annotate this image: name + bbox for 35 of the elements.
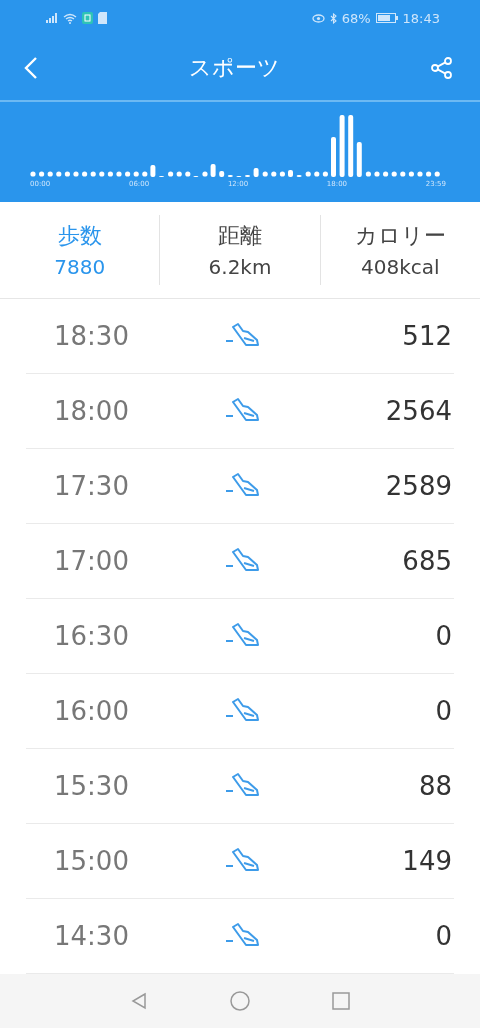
time-label: 17:00 xyxy=(53,546,130,577)
time-label: 16:00 xyxy=(53,696,130,727)
time-label: 15:00 xyxy=(53,846,130,877)
clock: 18:43 xyxy=(402,10,440,26)
step-count: 0 xyxy=(434,696,453,727)
time-label: 18:30 xyxy=(53,321,130,352)
time-label: 18:00 xyxy=(53,396,130,427)
time-label: 17:30 xyxy=(53,471,130,502)
time-label: 14:30 xyxy=(53,921,130,952)
app-icon xyxy=(82,12,93,24)
page-title: スポーツ xyxy=(188,54,280,82)
wifi-icon xyxy=(63,12,77,24)
step-count: 512 xyxy=(401,321,453,352)
step-count: 2589 xyxy=(384,471,453,502)
step-count: 685 xyxy=(401,546,453,577)
step-count: 149 xyxy=(401,846,453,877)
step-count: 88 xyxy=(417,771,453,802)
battery-icon xyxy=(375,13,398,23)
share-button[interactable] xyxy=(430,56,454,80)
step-count: 0 xyxy=(434,621,453,652)
signal-icon xyxy=(46,13,58,23)
sd-card-icon xyxy=(98,12,107,24)
eye-icon xyxy=(311,13,325,23)
step-count: 2564 xyxy=(384,396,453,427)
stat-tab[interactable]: 距離 6.2km xyxy=(160,221,320,280)
home-nav-icon[interactable] xyxy=(230,991,250,1012)
time-label: 15:30 xyxy=(53,771,130,802)
step-count: 0 xyxy=(434,921,453,952)
time-label: 16:30 xyxy=(53,621,130,652)
bluetooth-icon xyxy=(329,12,337,24)
back-button[interactable] xyxy=(24,56,38,80)
battery-percent: 68% xyxy=(341,10,371,26)
back-nav-icon[interactable] xyxy=(130,992,148,1011)
recents-nav-icon[interactable] xyxy=(332,992,350,1011)
stat-tab[interactable]: カロリー 408kcal xyxy=(320,221,480,280)
